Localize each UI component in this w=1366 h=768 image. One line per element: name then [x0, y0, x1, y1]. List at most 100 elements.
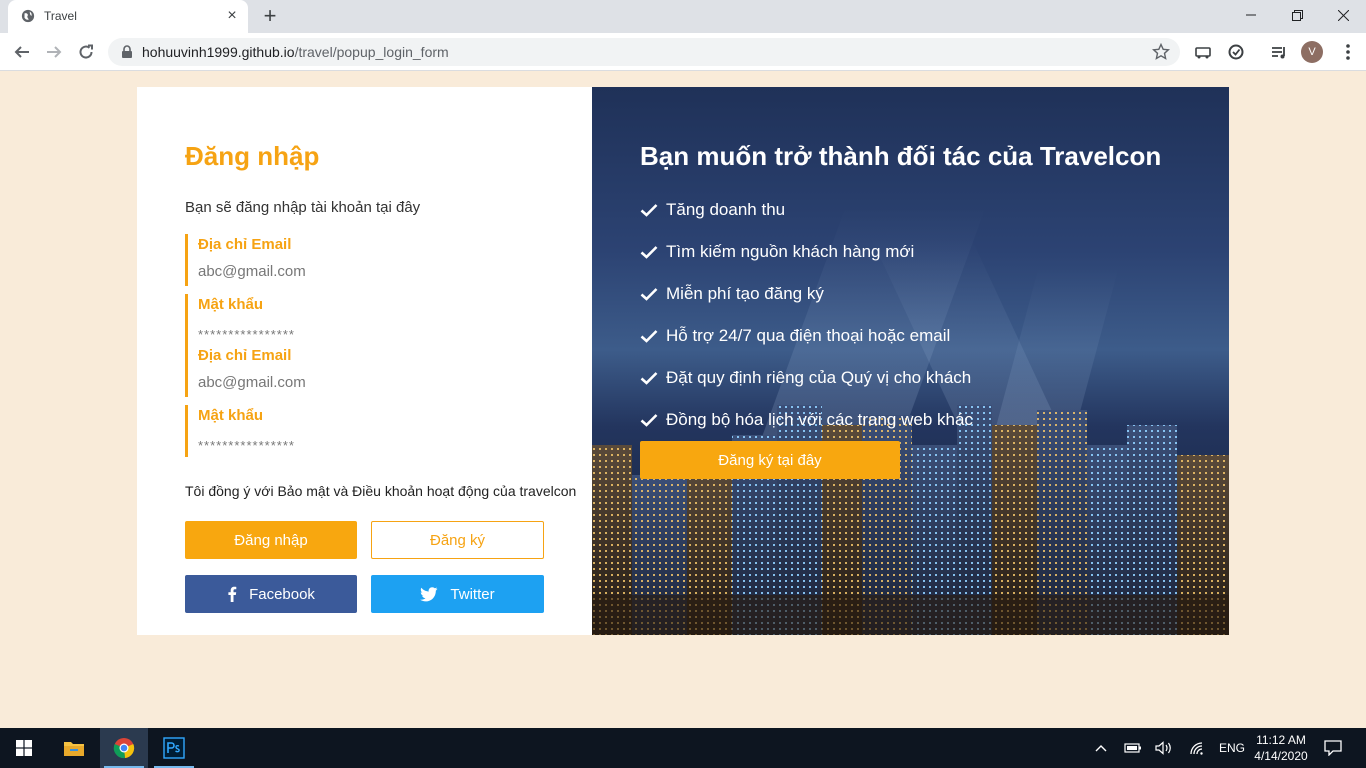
windows-taskbar: ENG 11:12 AM 4/14/2020: [0, 728, 1366, 768]
email-field[interactable]: Địa chỉ Email abc@gmail.com: [185, 234, 565, 286]
notification-icon: [1324, 740, 1342, 756]
email-value[interactable]: abc@gmail.com: [198, 263, 565, 280]
partner-title: Bạn muốn trở thành đối tác của Travelcon: [640, 141, 1162, 171]
password-value[interactable]: ****************: [198, 327, 565, 342]
cast-extension-button[interactable]: [1193, 42, 1213, 62]
tray-expand-button[interactable]: [1092, 739, 1110, 757]
check-icon: [640, 246, 658, 259]
browser-tab[interactable]: Travel ×: [8, 0, 248, 33]
address-bar[interactable]: hohuuvinh1999.github.io/travel/popup_log…: [108, 38, 1180, 66]
benefit-list: Tăng doanh thu Tìm kiếm nguồn khách hàng…: [640, 189, 973, 441]
browser-tab-strip: Travel × +: [0, 0, 1366, 33]
email-field[interactable]: Địa chỉ Email abc@gmail.com: [185, 345, 565, 397]
facebook-login-button[interactable]: Facebook: [185, 575, 357, 613]
close-tab-icon[interactable]: ×: [224, 8, 240, 24]
benefit-item: Tìm kiếm nguồn khách hàng mới: [640, 231, 973, 273]
action-center-button[interactable]: [1324, 739, 1342, 757]
email-label: Địa chỉ Email: [198, 236, 292, 253]
email-value[interactable]: abc@gmail.com: [198, 374, 565, 391]
register-button[interactable]: Đăng ký: [371, 521, 544, 559]
password-value[interactable]: ****************: [198, 438, 565, 453]
tab-title: Travel: [44, 9, 77, 23]
email-label: Địa chỉ Email: [198, 347, 292, 364]
benefit-text: Đặt quy định riêng của Quý vị cho khách: [666, 368, 972, 387]
globe-icon: [21, 9, 35, 23]
url-host: hohuuvinh1999.github.io: [142, 44, 295, 60]
benefit-item: Đồng bộ hóa lịch với các trang web khác: [640, 399, 973, 441]
benefit-item: Tăng doanh thu: [640, 189, 973, 231]
clock-date: 4/14/2020: [1254, 749, 1308, 763]
partner-panel: Bạn muốn trở thành đối tác của Travelcon…: [592, 87, 1229, 635]
password-field[interactable]: Mật khẩu ****************: [185, 294, 565, 346]
media-control-button[interactable]: [1269, 42, 1289, 62]
check-icon: [640, 330, 658, 343]
chevron-up-icon: [1095, 745, 1107, 752]
benefit-text: Tăng doanh thu: [666, 200, 786, 219]
reload-icon: [79, 44, 93, 59]
taskbar-file-explorer[interactable]: [50, 728, 98, 768]
network-status[interactable]: [1188, 739, 1206, 757]
lock-icon: [122, 45, 132, 58]
star-icon[interactable]: [1152, 43, 1170, 61]
volume-control[interactable]: [1155, 739, 1173, 757]
partner-register-button[interactable]: Đăng ký tại đây: [640, 441, 900, 479]
password-field[interactable]: Mật khẩu ****************: [185, 405, 565, 457]
twitter-login-button[interactable]: Twitter: [371, 575, 544, 613]
input-language[interactable]: ENG: [1219, 741, 1245, 755]
password-label: Mật khẩu: [198, 407, 264, 424]
twitter-label: Twitter: [450, 585, 495, 603]
check-icon: [640, 204, 658, 217]
url-path: /travel/popup_login_form: [294, 44, 449, 60]
system-clock[interactable]: 11:12 AM 4/14/2020: [1253, 732, 1309, 764]
cast-icon: [1195, 47, 1211, 59]
minimize-button[interactable]: [1228, 0, 1274, 30]
benefit-item: Hỗ trợ 24/7 qua điện thoại hoặc email: [640, 315, 973, 357]
benefit-text: Tìm kiếm nguồn khách hàng mới: [666, 242, 915, 261]
url-text: hohuuvinh1999.github.io/travel/popup_log…: [142, 44, 449, 60]
clock-time: 11:12 AM: [1256, 733, 1306, 747]
login-panel: Đăng nhập Bạn sẽ đăng nhập tài khoản tại…: [137, 87, 592, 635]
check-icon: [640, 372, 658, 385]
check-icon: [640, 288, 658, 301]
taskbar-photoshop[interactable]: [150, 728, 198, 768]
profile-avatar[interactable]: V: [1301, 41, 1323, 63]
taskbar-chrome[interactable]: [100, 728, 148, 768]
browser-toolbar: hohuuvinh1999.github.io/travel/popup_log…: [0, 33, 1366, 71]
facebook-icon: [228, 586, 237, 602]
minimize-icon: [1246, 14, 1256, 16]
reload-button[interactable]: [74, 40, 98, 64]
more-menu-icon[interactable]: [1338, 42, 1358, 62]
login-card: Đăng nhập Bạn sẽ đăng nhập tài khoản tại…: [137, 87, 1229, 635]
sync-icon: [1228, 44, 1244, 60]
new-tab-button[interactable]: +: [258, 5, 282, 28]
close-window-button[interactable]: [1320, 0, 1366, 30]
restore-button[interactable]: [1274, 0, 1320, 30]
check-icon: [640, 414, 658, 427]
photoshop-icon: [163, 737, 185, 759]
benefit-text: Đồng bộ hóa lịch với các trang web khác: [666, 410, 973, 429]
login-button[interactable]: Đăng nhập: [185, 521, 357, 559]
folder-icon: [64, 742, 84, 756]
start-button[interactable]: [0, 728, 48, 768]
benefit-text: Hỗ trợ 24/7 qua điện thoại hoặc email: [666, 326, 951, 345]
windows-icon: [16, 740, 32, 756]
wifi-icon: [1190, 742, 1203, 755]
speaker-icon: [1155, 741, 1171, 755]
forward-button[interactable]: [42, 40, 66, 64]
chrome-icon: [113, 738, 135, 759]
arrow-left-icon: [14, 46, 29, 58]
arrow-right-icon: [47, 46, 62, 58]
battery-status[interactable]: [1124, 739, 1142, 757]
password-label: Mật khẩu: [198, 296, 264, 313]
benefit-item: Miễn phí tạo đăng ký: [640, 273, 973, 315]
back-button[interactable]: [10, 40, 34, 64]
twitter-icon: [420, 586, 438, 601]
playlist-icon: [1272, 47, 1285, 59]
battery-icon: [1124, 743, 1141, 753]
terms-text: Tôi đồng ý với Bảo mật và Điều khoản hoạ…: [185, 483, 577, 499]
login-subtitle: Bạn sẽ đăng nhập tài khoản tại đây: [185, 199, 421, 216]
benefit-text: Miễn phí tạo đăng ký: [666, 284, 824, 303]
sync-extension-button[interactable]: [1226, 42, 1246, 62]
benefit-item: Đặt quy định riêng của Quý vị cho khách: [640, 357, 973, 399]
close-icon: [1337, 9, 1349, 21]
